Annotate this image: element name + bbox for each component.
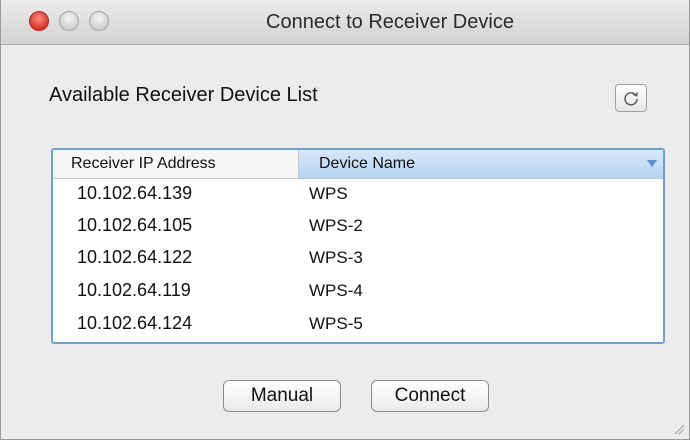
cell-ip: 10.102.64.139	[77, 183, 193, 203]
table-row[interactable]: 10.102.64.122 WPS-3	[53, 243, 663, 272]
table-row[interactable]: 10.102.64.105 WPS-2	[53, 211, 663, 240]
refresh-button[interactable]	[615, 84, 647, 112]
device-table[interactable]: Receiver IP Address Device Name 10.102.6…	[51, 148, 665, 344]
cell-device-name: WPS	[309, 184, 348, 203]
resize-grip-icon[interactable]	[673, 423, 685, 435]
zoom-window-button[interactable]	[89, 11, 109, 31]
cell-ip: 10.102.64.122	[77, 247, 193, 267]
connect-window: Connect to Receiver Device Available Rec…	[0, 0, 690, 440]
sort-descending-icon	[647, 160, 657, 167]
title-bar: Connect to Receiver Device	[1, 0, 689, 45]
column-header-device-name-label: Device Name	[319, 155, 416, 172]
refresh-icon	[624, 92, 638, 106]
cell-device-name: WPS-2	[309, 216, 363, 235]
table-row[interactable]: 10.102.64.119 WPS-4	[53, 276, 663, 305]
window-title: Connect to Receiver Device	[266, 11, 514, 33]
minimize-window-button[interactable]	[59, 11, 79, 31]
column-header-device-name[interactable]: Device Name	[299, 150, 663, 178]
cell-ip: 10.102.64.119	[77, 280, 191, 300]
manual-button[interactable]: Manual	[223, 380, 341, 412]
table-row[interactable]: 10.102.64.139 WPS	[53, 179, 663, 208]
cell-device-name: WPS-5	[309, 314, 363, 333]
close-window-button[interactable]	[29, 11, 49, 31]
connect-button[interactable]: Connect	[371, 380, 489, 412]
table-header: Receiver IP Address Device Name	[53, 150, 663, 179]
cell-device-name: WPS-4	[309, 281, 363, 300]
table-row[interactable]: 10.102.64.124 WPS-5	[53, 309, 663, 338]
device-list-label: Available Receiver Device List	[49, 84, 318, 106]
cell-device-name: WPS-3	[309, 248, 363, 267]
cell-ip: 10.102.64.105	[77, 215, 193, 235]
cell-ip: 10.102.64.124	[77, 313, 193, 333]
column-header-ip[interactable]: Receiver IP Address	[53, 150, 299, 178]
